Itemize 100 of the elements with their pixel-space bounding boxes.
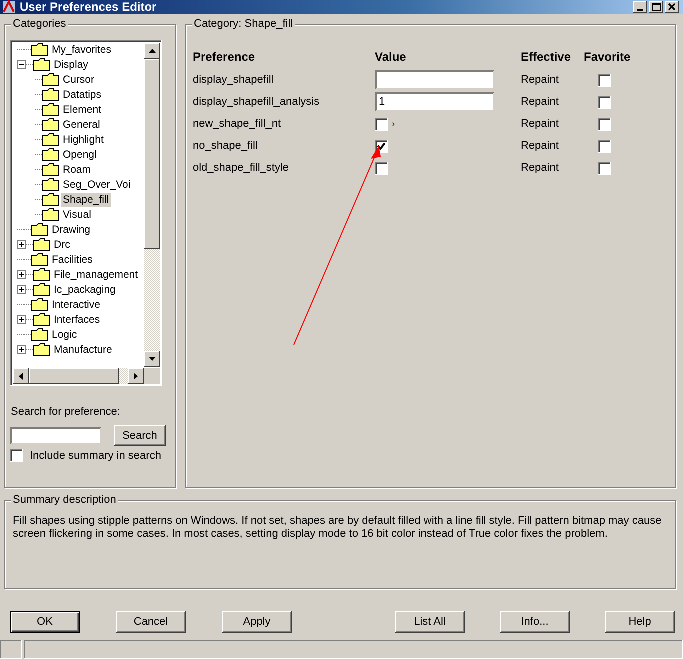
tree-item[interactable]: General bbox=[61, 118, 102, 132]
value-checkbox[interactable] bbox=[375, 140, 388, 152]
search-label: Search for preference: bbox=[11, 406, 122, 419]
scroll-up-icon bbox=[148, 49, 156, 53]
tree-item[interactable]: Opengl bbox=[61, 148, 99, 162]
tree-item[interactable]: Interfaces bbox=[52, 312, 102, 326]
dialog-button[interactable]: Apply bbox=[222, 611, 292, 633]
tree-item[interactable]: Highlight bbox=[61, 132, 106, 146]
folder-icon bbox=[31, 223, 48, 236]
folder-icon bbox=[42, 88, 59, 101]
column-header: Favorite bbox=[584, 49, 632, 66]
folder-icon bbox=[33, 238, 50, 251]
folder-icon bbox=[42, 208, 59, 221]
tree-item[interactable]: Shape_fill bbox=[61, 192, 112, 206]
maximize-button[interactable] bbox=[649, 1, 663, 13]
effective-text: Repaint bbox=[521, 139, 560, 154]
app-icon bbox=[2, 0, 16, 14]
tree-item[interactable]: Ic_packaging bbox=[52, 282, 118, 296]
horizontal-scrollbar[interactable] bbox=[13, 368, 144, 384]
column-header: Value bbox=[375, 49, 408, 66]
expand-icon[interactable] bbox=[17, 315, 26, 324]
favorite-checkbox[interactable] bbox=[598, 74, 611, 86]
value-checkbox[interactable] bbox=[375, 162, 388, 174]
scroll-left-icon bbox=[19, 372, 23, 380]
vertical-scrollbar[interactable] bbox=[144, 43, 160, 367]
folder-icon bbox=[42, 163, 59, 176]
tree-item[interactable]: Drawing bbox=[50, 222, 93, 236]
preference-name: no_shape_fill bbox=[193, 139, 259, 154]
tree-item[interactable]: Visual bbox=[61, 208, 94, 222]
preference-name: display_shapefill bbox=[193, 73, 275, 88]
favorite-checkbox[interactable] bbox=[598, 140, 611, 152]
tree-item[interactable]: My_favorites bbox=[50, 42, 114, 56]
preference-name: old_shape_fill_style bbox=[193, 161, 290, 176]
collapse-icon[interactable] bbox=[17, 60, 26, 69]
folder-icon bbox=[42, 73, 59, 86]
expand-icon[interactable] bbox=[17, 345, 26, 354]
checkbox[interactable] bbox=[10, 449, 23, 462]
folder-icon bbox=[33, 343, 50, 356]
minimize-button[interactable] bbox=[633, 1, 647, 13]
tree-item[interactable]: Interactive bbox=[50, 298, 102, 312]
tree-item[interactable]: Display bbox=[52, 58, 90, 72]
expand-icon[interactable] bbox=[17, 285, 26, 294]
category-name: Shape_fill bbox=[244, 18, 294, 30]
favorite-checkbox[interactable] bbox=[598, 96, 611, 108]
close-button[interactable] bbox=[665, 1, 679, 13]
folder-icon bbox=[31, 253, 48, 266]
tree-item[interactable]: Logic bbox=[50, 328, 80, 342]
check-icon bbox=[377, 142, 386, 150]
dialog-button[interactable]: Cancel bbox=[116, 611, 186, 633]
effective-text: Repaint bbox=[521, 117, 560, 132]
summary-text: Fill shapes using stipple patterns on Windows. If not set, shapes are by default filled with a line fill style. Fill pattern bitmap may cause screen flickering in some cases. In most cases, setting display mode to 16 bit color instead of True color fixes the problem. bbox=[13, 515, 663, 541]
value-mark: › bbox=[392, 119, 395, 129]
tree-item[interactable]: Datatips bbox=[61, 88, 104, 102]
tree-item[interactable]: Facilities bbox=[50, 252, 95, 266]
category-label: Category: bbox=[194, 18, 242, 30]
tree-item[interactable]: Cursor bbox=[61, 72, 97, 86]
tree-item[interactable]: Element bbox=[61, 102, 104, 116]
search-field[interactable] bbox=[10, 426, 102, 444]
folder-icon bbox=[33, 283, 50, 296]
dialog-button[interactable]: Help bbox=[605, 611, 675, 633]
column-header: Effective bbox=[521, 49, 572, 66]
folder-icon bbox=[31, 298, 48, 311]
preference-name: display_shapefill_analysis bbox=[193, 95, 321, 110]
favorite-checkbox[interactable] bbox=[598, 162, 611, 174]
folder-icon bbox=[42, 148, 59, 161]
effective-text: Repaint bbox=[521, 73, 560, 88]
expand-icon[interactable] bbox=[17, 240, 26, 249]
folder-icon bbox=[33, 313, 50, 326]
folder-icon bbox=[33, 58, 50, 71]
column-header: Preference bbox=[193, 49, 256, 66]
folder-icon bbox=[42, 178, 59, 191]
scroll-right-icon bbox=[134, 372, 138, 380]
dialog-button[interactable]: List All bbox=[395, 611, 465, 633]
folder-icon bbox=[42, 133, 59, 146]
value-checkbox[interactable] bbox=[375, 118, 388, 130]
search-button[interactable]: Search bbox=[114, 425, 166, 446]
dialog-button[interactable]: Info... bbox=[500, 611, 570, 633]
tree-item[interactable]: Manufacture bbox=[52, 342, 114, 356]
maximize-icon bbox=[652, 3, 660, 11]
folder-icon bbox=[33, 268, 50, 281]
scroll-down-icon bbox=[148, 357, 156, 361]
tree-item[interactable]: File_management bbox=[52, 268, 140, 282]
value-field[interactable]: 1 bbox=[375, 92, 495, 112]
folder-icon bbox=[31, 43, 48, 56]
close-icon bbox=[668, 3, 676, 11]
folder-icon bbox=[31, 328, 48, 341]
effective-text: Repaint bbox=[521, 95, 560, 110]
tree-item[interactable]: Roam bbox=[61, 162, 94, 176]
folder-icon bbox=[42, 103, 59, 116]
expand-icon[interactable] bbox=[17, 270, 26, 279]
dialog-button[interactable]: OK bbox=[10, 611, 80, 633]
scrollbar-corner bbox=[144, 368, 160, 384]
tree-item[interactable]: Seg_Over_Voi bbox=[61, 178, 133, 192]
tree-item[interactable]: Drc bbox=[52, 238, 72, 252]
value-field[interactable] bbox=[375, 70, 495, 90]
folder-icon bbox=[42, 193, 59, 206]
checkbox-label[interactable]: Include summary in search bbox=[30, 450, 162, 462]
status-pane bbox=[0, 640, 22, 659]
effective-text: Repaint bbox=[521, 161, 560, 176]
favorite-checkbox[interactable] bbox=[598, 118, 611, 130]
